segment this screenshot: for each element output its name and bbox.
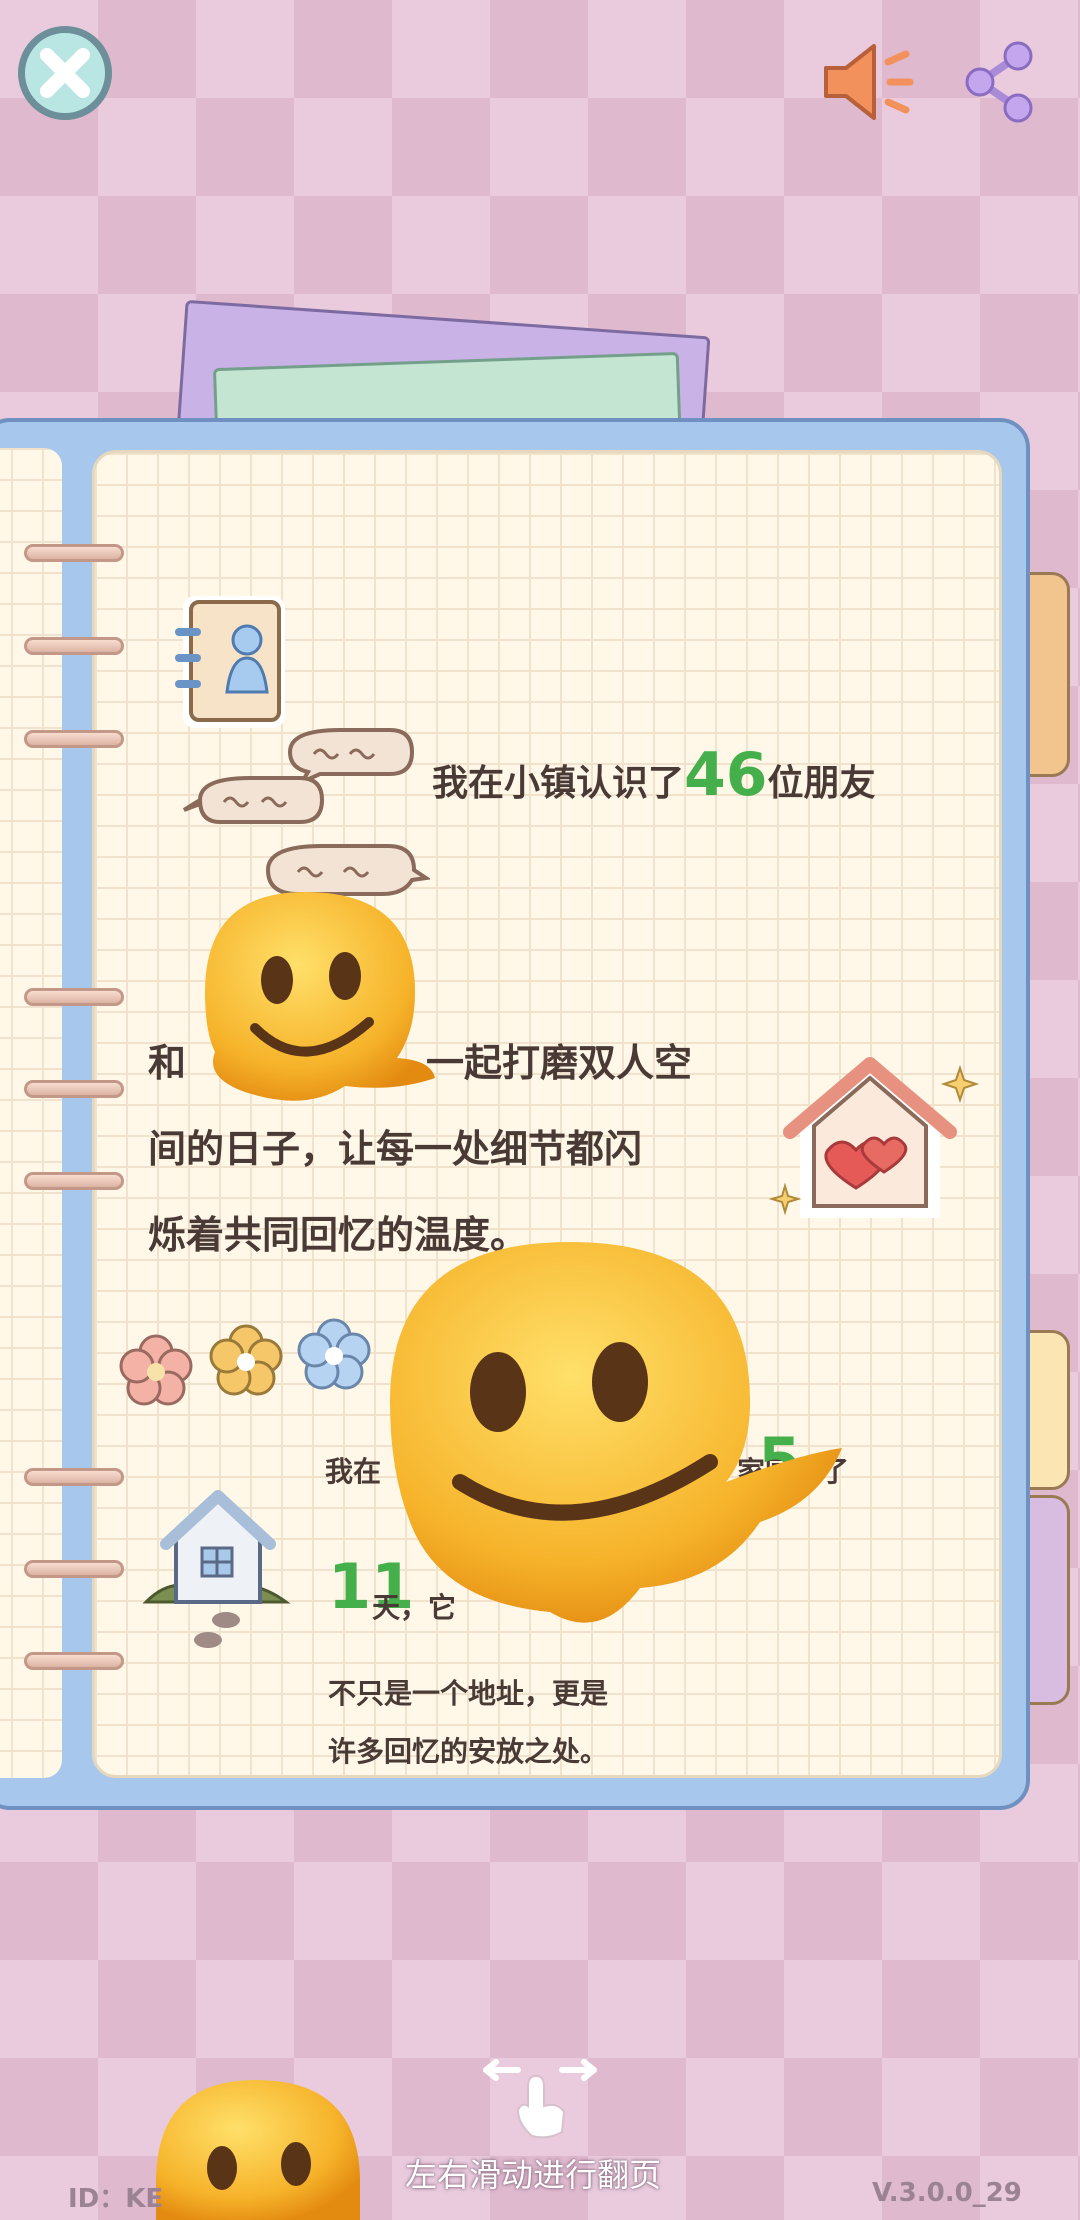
close-x-icon	[40, 48, 90, 98]
swipe-hand-icon	[483, 2059, 597, 2139]
speaker-icon	[824, 44, 914, 120]
friends-count: 46	[684, 740, 768, 810]
home-line4: 不只是一个地址，更是	[328, 1677, 609, 1710]
speech-bubble-icon	[182, 776, 325, 824]
melting-face-icon	[390, 1242, 842, 1623]
binder-ring	[24, 1172, 124, 1190]
melting-face-icon	[205, 892, 435, 1101]
binder-ring	[24, 544, 124, 562]
home-icon	[142, 1490, 291, 1648]
address-book-icon	[175, 596, 285, 728]
sound-button[interactable]	[818, 40, 918, 124]
binder-ring	[24, 988, 124, 1006]
binder-ring	[24, 1560, 124, 1578]
home-line-start: 我在	[325, 1455, 382, 1488]
flowers-icon	[119, 1318, 371, 1406]
binder-ring	[24, 1468, 124, 1486]
friends-suffix: 位朋友	[767, 763, 876, 804]
melting-face-icon	[156, 2080, 360, 2220]
binder-ring	[24, 637, 124, 655]
swipe-hint: 左右滑动进行翻页	[405, 2156, 662, 2194]
binder-ring	[24, 730, 124, 748]
binder-ring	[24, 1652, 124, 1670]
user-id: ID：KE	[68, 2184, 164, 2214]
version-label: V.3.0.0_29	[872, 2178, 1022, 2208]
home-paragraph-end: 不只是一个地址，更是 许多回忆的安放之处。	[328, 1665, 728, 1781]
friends-prefix: 我在小镇认识了	[432, 763, 685, 804]
binder-ring	[24, 1080, 124, 1098]
friends-stat: 我在小镇认识了46位朋友	[432, 740, 876, 810]
close-button[interactable]	[18, 26, 112, 120]
couple-line1-end: 一起打磨双人空	[426, 1041, 693, 1085]
couple-line1-start: 和	[148, 1041, 187, 1085]
home-line5: 许多回忆的安放之处。	[328, 1735, 609, 1768]
share-icon	[965, 41, 1033, 123]
heart-house-icon	[768, 1057, 980, 1218]
share-button[interactable]	[960, 40, 1040, 124]
